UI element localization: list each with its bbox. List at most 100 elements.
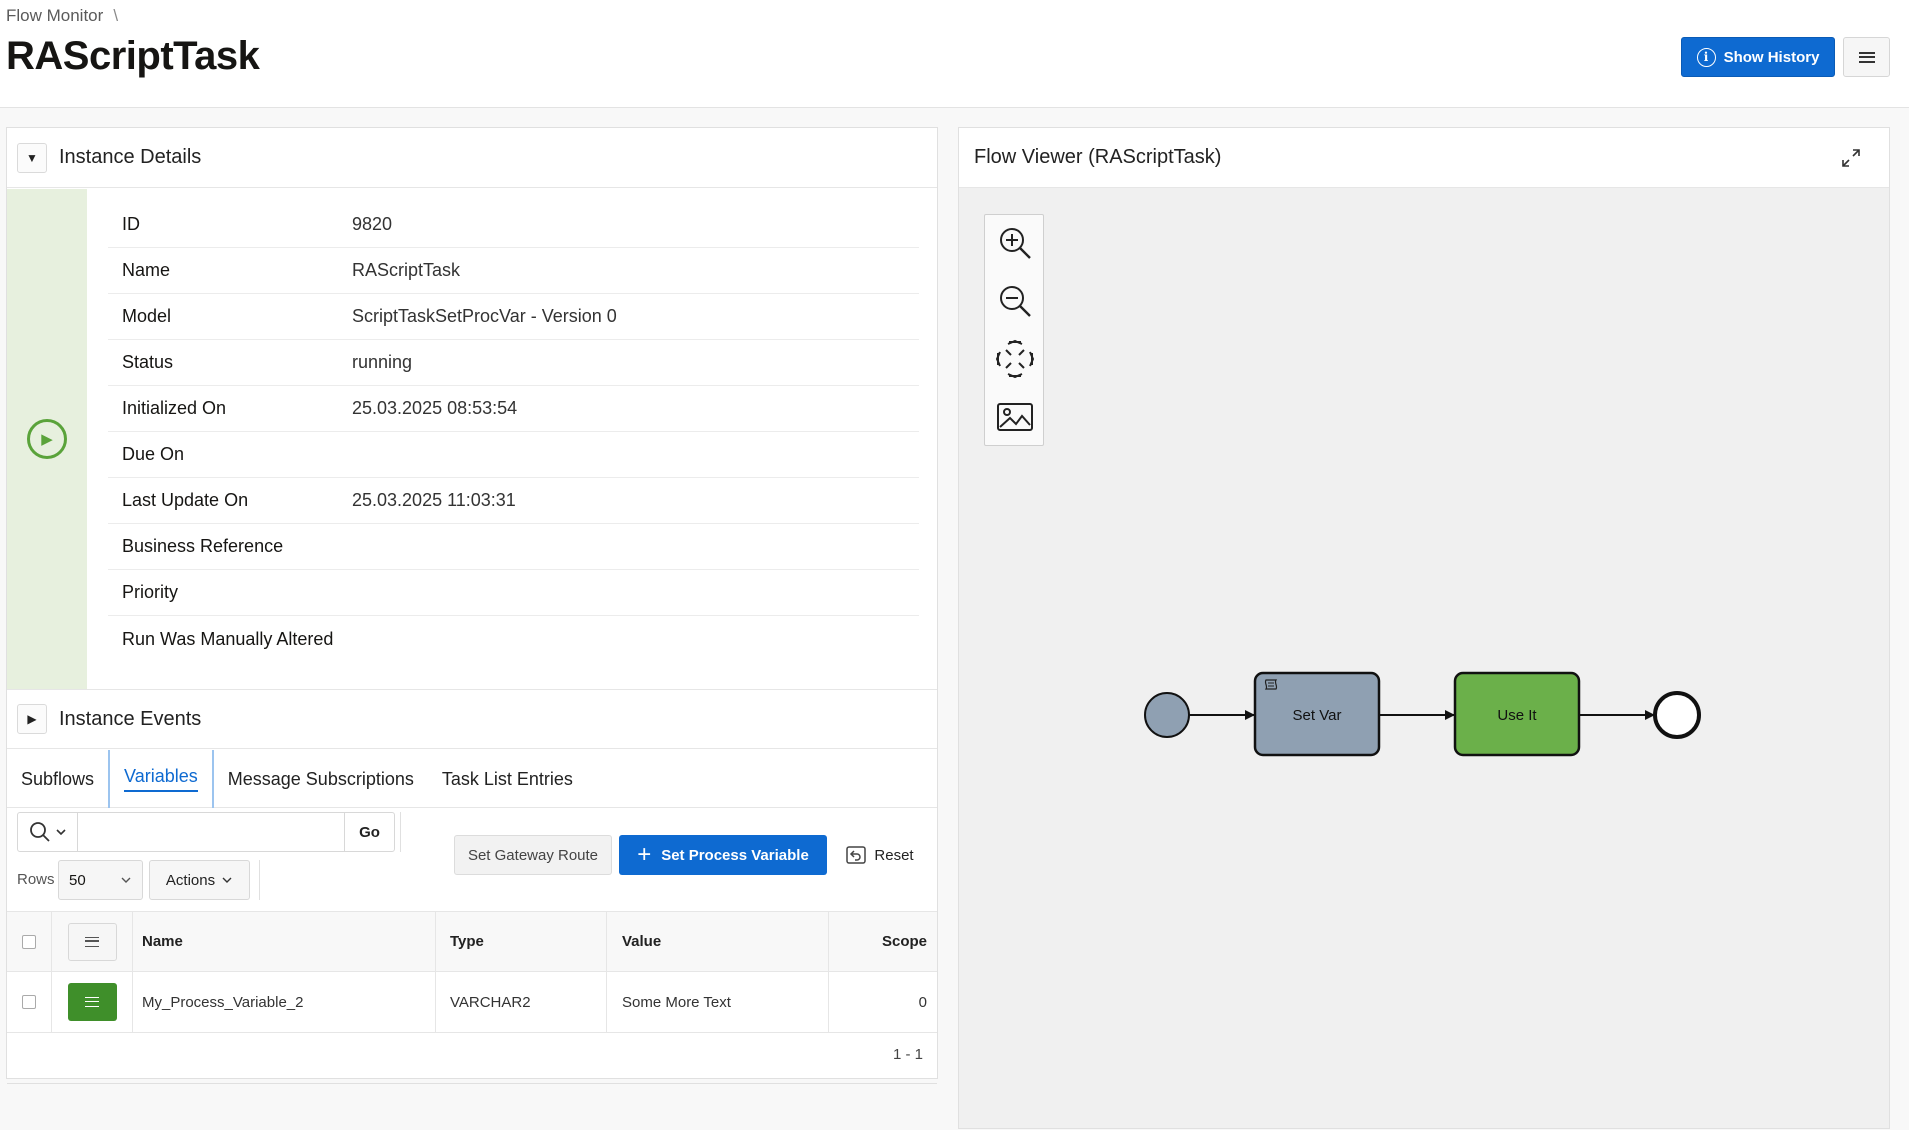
instance-events-title: Instance Events	[59, 707, 202, 730]
cell-value: Some More Text	[607, 972, 829, 1032]
set-gateway-route-button[interactable]: Set Gateway Route	[454, 835, 612, 875]
detail-value: 9820	[352, 214, 393, 234]
detail-label: Business Reference	[122, 536, 284, 556]
detail-value: ScriptTaskSetProcVar - Version 0	[352, 306, 617, 326]
detail-row-model: Model ScriptTaskSetProcVar - Version 0	[108, 294, 919, 340]
rows-value: 50	[69, 871, 86, 889]
detail-value: running	[352, 352, 413, 372]
page-header: Flow Monitor \ RAScriptTask i Show Histor…	[0, 0, 1909, 108]
hamburger-icon	[85, 936, 99, 947]
tab-task-list-entries[interactable]: Task List Entries	[428, 750, 587, 808]
detail-label: Initialized On	[122, 398, 227, 418]
flow-viewer-panel: Flow Viewer (RAScriptTask) Set Var Use I…	[958, 127, 1890, 1129]
details-table: ID 9820 Name RAScriptTask Model ScriptTa…	[108, 202, 919, 662]
detail-label: Run Was Manually Altered	[122, 628, 334, 649]
row-checkbox[interactable]	[22, 995, 36, 1009]
chevron-down-icon	[222, 877, 232, 883]
breadcrumb-link-flow-monitor[interactable]: Flow Monitor	[6, 6, 103, 25]
detail-value: RAScriptTask	[352, 260, 461, 280]
toolbar-divider	[400, 812, 401, 852]
show-history-button[interactable]: i Show History	[1681, 37, 1835, 77]
hamburger-icon	[1858, 51, 1875, 63]
tab-subflows[interactable]: Subflows	[7, 750, 108, 808]
detail-label: Last Update On	[122, 490, 249, 510]
table-row: My_Process_Variable_2 VARCHAR2 Some More…	[7, 972, 937, 1033]
detail-label: Model	[122, 306, 172, 326]
page-title: RAScriptTask	[6, 34, 260, 78]
show-history-label: Show History	[1723, 48, 1820, 66]
row-actions-button[interactable]	[67, 983, 117, 1021]
tab-bar: Subflows Variables Message Subscriptions…	[7, 750, 937, 808]
rows-per-page-select[interactable]: 50	[58, 860, 143, 900]
column-header-value[interactable]: Value	[607, 912, 829, 971]
column-header-name[interactable]: Name	[133, 912, 436, 971]
tab-label: Subflows	[21, 768, 95, 789]
actions-menu-button[interactable]: Actions	[149, 860, 250, 900]
chevron-down-icon	[121, 877, 131, 883]
start-event[interactable]	[1144, 692, 1190, 738]
column-header-scope[interactable]: Scope	[829, 912, 937, 971]
detail-label: Status	[122, 352, 174, 372]
detail-row-priority: Priority	[108, 570, 919, 616]
detail-label: Name	[122, 260, 171, 280]
set-process-variable-label: Set Process Variable	[661, 846, 809, 864]
detail-row-name: Name RAScriptTask	[108, 248, 919, 294]
hamburger-icon	[85, 997, 99, 1007]
rows-label: Rows	[17, 871, 55, 888]
detail-row-last-update-on: Last Update On 25.03.2025 11:03:31	[108, 478, 919, 524]
instance-events-header: ▶ Instance Events	[7, 689, 937, 749]
page-menu-button[interactable]	[1843, 37, 1890, 77]
instance-details-body: ▶ ID 9820 Name RAScriptTask Model Script…	[7, 189, 937, 689]
tab-variables[interactable]: Variables	[108, 750, 214, 808]
cell-name: My_Process_Variable_2	[133, 972, 436, 1032]
detail-label: Priority	[122, 582, 179, 602]
detail-label: Due On	[122, 444, 185, 464]
caret-down-icon: ▼	[26, 150, 38, 165]
detail-row-initialized-on: Initialized On 25.03.2025 08:53:54	[108, 386, 919, 432]
tab-label: Task List Entries	[441, 768, 573, 789]
caret-right-icon: ▶	[27, 712, 37, 726]
select-all-checkbox[interactable]	[22, 934, 36, 949]
select-all-cell	[7, 912, 52, 971]
instance-details-collapse-button[interactable]: ▼	[17, 142, 47, 173]
instance-events-expand-button[interactable]: ▶	[17, 704, 47, 734]
chevron-down-icon	[55, 829, 66, 836]
cell-type: VARCHAR2	[436, 972, 607, 1032]
detail-row-id: ID 9820	[108, 202, 919, 248]
detail-row-business-reference: Business Reference	[108, 524, 919, 570]
info-icon: i	[1696, 47, 1716, 67]
tab-label: Variables	[124, 766, 198, 792]
go-button[interactable]: Go	[344, 813, 394, 851]
search-icon	[29, 822, 50, 842]
column-header-type[interactable]: Type	[436, 912, 607, 971]
instance-details-header: ▼ Instance Details	[7, 128, 937, 188]
reset-label: Reset	[874, 846, 914, 864]
detail-row-due-on: Due On	[108, 432, 919, 478]
zoom-out-icon[interactable]	[995, 281, 1035, 321]
detail-label: ID	[122, 214, 140, 234]
end-event[interactable]	[1653, 691, 1701, 739]
tab-label: Message Subscriptions	[227, 768, 414, 789]
search-input[interactable]	[78, 813, 344, 851]
task-label-set-var: Set Var	[1293, 707, 1342, 724]
plus-icon: +	[637, 841, 652, 868]
reset-icon	[846, 846, 867, 864]
toolbar-divider	[259, 860, 260, 900]
row-select-cell	[7, 972, 52, 1032]
status-strip: ▶	[7, 189, 87, 689]
left-panel: ▼ Instance Details ▶ ID 9820 Name RAScri…	[6, 127, 938, 1084]
zoom-in-icon[interactable]	[995, 223, 1035, 263]
detail-value: 25.03.2025 08:53:54	[352, 398, 518, 418]
search-box: Go	[17, 812, 395, 852]
task-label-use-it: Use It	[1497, 707, 1537, 724]
tab-message-subscriptions[interactable]: Message Subscriptions	[214, 750, 428, 808]
fit-to-screen-icon[interactable]	[995, 339, 1035, 379]
reset-button[interactable]: Reset	[840, 835, 920, 875]
diagram-toolbar	[984, 214, 1044, 446]
set-process-variable-button[interactable]: + Set Process Variable	[619, 835, 827, 875]
search-column-dropdown[interactable]	[18, 813, 78, 851]
breadcrumb-separator: \	[113, 6, 119, 25]
header-row-menu-button[interactable]	[67, 922, 117, 961]
export-image-icon[interactable]	[995, 397, 1035, 437]
actions-label: Actions	[165, 871, 216, 889]
